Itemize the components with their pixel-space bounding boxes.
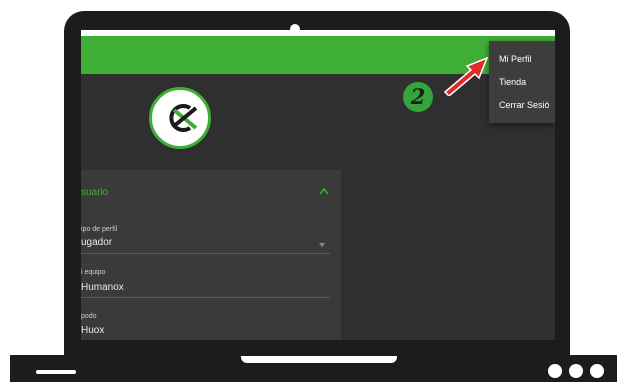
user-dropdown-menu: Mi Perfil Tienda Cerrar Sesió [489,41,555,123]
app-screen: suario ipo de perfil ugador i equipo Hum… [81,30,555,340]
profile-type-select[interactable]: ugador [81,237,112,248]
caret-down-icon[interactable] [319,243,325,247]
indicator-dot [548,364,562,378]
section-title: suario [81,187,109,198]
indicator-dot [590,364,604,378]
base-indicator [36,370,76,374]
field-label-profile-type: ipo de perfil [81,226,118,233]
chevron-up-icon[interactable] [319,187,329,195]
indicator-dot [569,364,583,378]
field-label-team: i equipo [81,269,106,276]
field-underline [81,253,330,254]
app-logo[interactable] [149,87,211,149]
field-label-nickname: podo [81,313,97,320]
laptop-notch [241,356,397,363]
team-field[interactable]: Humanox [81,282,124,293]
nickname-field[interactable]: Huox [81,325,104,336]
menu-item-store[interactable]: Tienda [499,77,526,87]
logo-icon [169,104,198,132]
step-badge: 2 [403,82,433,112]
profile-panel: suario ipo de perfil ugador i equipo Hum… [81,170,341,340]
menu-item-profile[interactable]: Mi Perfil [499,54,532,64]
red-arrow-icon [443,56,489,96]
field-underline [81,297,330,298]
menu-item-logout[interactable]: Cerrar Sesió [499,100,550,110]
